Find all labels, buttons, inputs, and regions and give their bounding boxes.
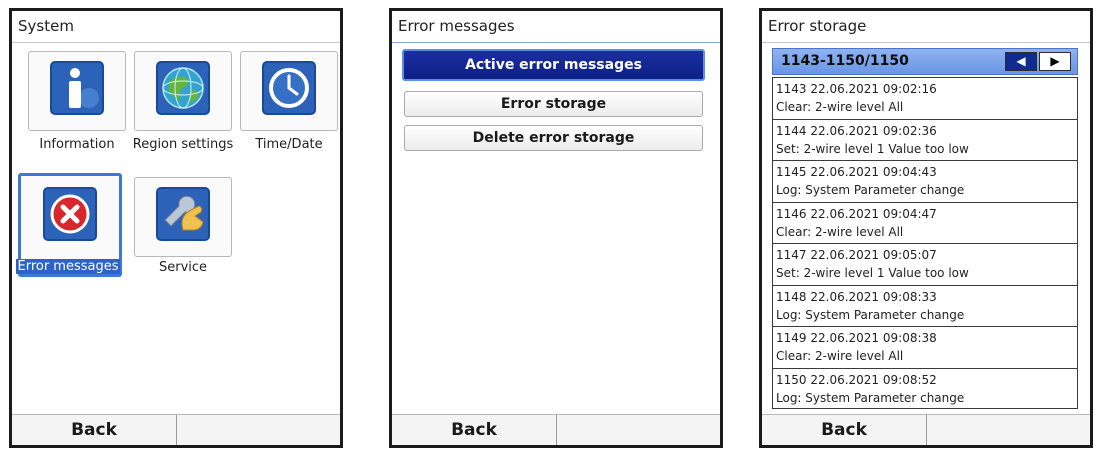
softkey-right[interactable] xyxy=(177,415,340,445)
back-button[interactable]: Back xyxy=(762,415,927,445)
list-item[interactable]: 1146 22.06.2021 09:04:47 Clear: 2-wire le… xyxy=(773,203,1077,244)
entry-text: Set: 2-wire level 1 Value too low xyxy=(776,141,969,156)
error-log-list: 1143 22.06.2021 09:02:16 Clear: 2-wire le… xyxy=(772,77,1078,409)
softkey-right[interactable] xyxy=(557,415,720,445)
entry-header: 1148 22.06.2021 09:08:33 xyxy=(776,289,937,304)
screen-title: System xyxy=(12,11,340,43)
previous-page-button[interactable]: ◀ xyxy=(1005,52,1037,71)
entry-header: 1143 22.06.2021 09:02:16 xyxy=(776,82,937,96)
next-page-button[interactable]: ▶ xyxy=(1039,52,1071,71)
service-label: Service xyxy=(158,260,208,275)
list-item[interactable]: 1148 22.06.2021 09:08:33 Log: System Para… xyxy=(773,286,1077,327)
back-button[interactable]: Back xyxy=(392,415,557,445)
active-error-messages-button[interactable]: Active error messages xyxy=(402,49,705,81)
region-settings-tile[interactable] xyxy=(134,51,232,131)
entry-header: 1146 22.06.2021 09:04:47 xyxy=(776,206,937,221)
time-date-label: Time/Date xyxy=(255,137,323,152)
arrow-left-icon: ◀ xyxy=(1016,54,1026,68)
page-navigation-bar: 1143-1150/1150 ◀ ▶ xyxy=(772,48,1078,75)
time-date-tile[interactable] xyxy=(240,51,338,131)
entry-text: Clear: 2-wire level All xyxy=(776,224,904,239)
information-icon xyxy=(50,61,104,115)
entry-text: Log: System Parameter change xyxy=(776,307,965,322)
information-label: Information xyxy=(39,137,115,152)
entry-header: 1147 22.06.2021 09:05:07 xyxy=(776,248,937,262)
entry-header: 1150 22.06.2021 09:08:52 xyxy=(776,372,937,387)
error-icon xyxy=(43,187,97,241)
list-item[interactable]: 1145 22.06.2021 09:04:43 Log: System Para… xyxy=(773,161,1077,203)
list-item[interactable]: 1147 22.06.2021 09:05:07 Set: 2-wire leve… xyxy=(773,244,1077,286)
back-button[interactable]: Back xyxy=(12,415,177,445)
region-settings-label: Region settings xyxy=(132,137,234,152)
error-messages-label: Error messages xyxy=(16,259,120,274)
information-tile[interactable] xyxy=(28,51,126,131)
entry-text: Clear: 2-wire level All xyxy=(776,349,904,363)
service-icon xyxy=(156,187,210,241)
entry-range: 1143-1150/1150 xyxy=(781,53,909,69)
entry-text: Log: System Parameter change xyxy=(776,183,965,197)
error-messages-screen: Error messages Active error messages Err… xyxy=(389,8,723,448)
service-tile[interactable] xyxy=(134,177,232,257)
error-storage-screen: Error storage 1143-1150/1150 ◀ ▶ 1143 22… xyxy=(759,8,1093,448)
list-item[interactable]: 1150 22.06.2021 09:08:52 Log: System Para… xyxy=(773,369,1077,411)
system-screen: System Information Region settings Time/… xyxy=(9,8,343,448)
delete-error-storage-button[interactable]: Delete error storage xyxy=(404,125,703,151)
softkey-bar: Back xyxy=(392,414,720,445)
screen-title: Error storage xyxy=(762,11,1090,43)
softkey-bar: Back xyxy=(762,414,1090,445)
entry-header: 1144 22.06.2021 09:02:36 xyxy=(776,123,937,138)
entry-header: 1149 22.06.2021 09:08:38 xyxy=(776,331,937,345)
entry-text: Set: 2-wire level 1 Value too low xyxy=(776,266,969,280)
clock-icon xyxy=(262,61,316,115)
screen-title: Error messages xyxy=(392,11,720,43)
error-storage-button[interactable]: Error storage xyxy=(404,91,703,117)
entry-text: Clear: 2-wire level All xyxy=(776,100,904,114)
list-item[interactable]: 1143 22.06.2021 09:02:16 Clear: 2-wire le… xyxy=(773,78,1077,120)
entry-text: Log: System Parameter change xyxy=(776,390,965,405)
softkey-bar: Back xyxy=(12,414,340,445)
arrow-right-icon: ▶ xyxy=(1050,54,1060,68)
list-item[interactable]: 1144 22.06.2021 09:02:36 Set: 2-wire leve… xyxy=(773,120,1077,161)
list-item[interactable]: 1149 22.06.2021 09:08:38 Clear: 2-wire le… xyxy=(773,327,1077,369)
entry-header: 1145 22.06.2021 09:04:43 xyxy=(776,165,937,179)
softkey-right[interactable] xyxy=(927,415,1090,445)
globe-icon xyxy=(156,61,210,115)
